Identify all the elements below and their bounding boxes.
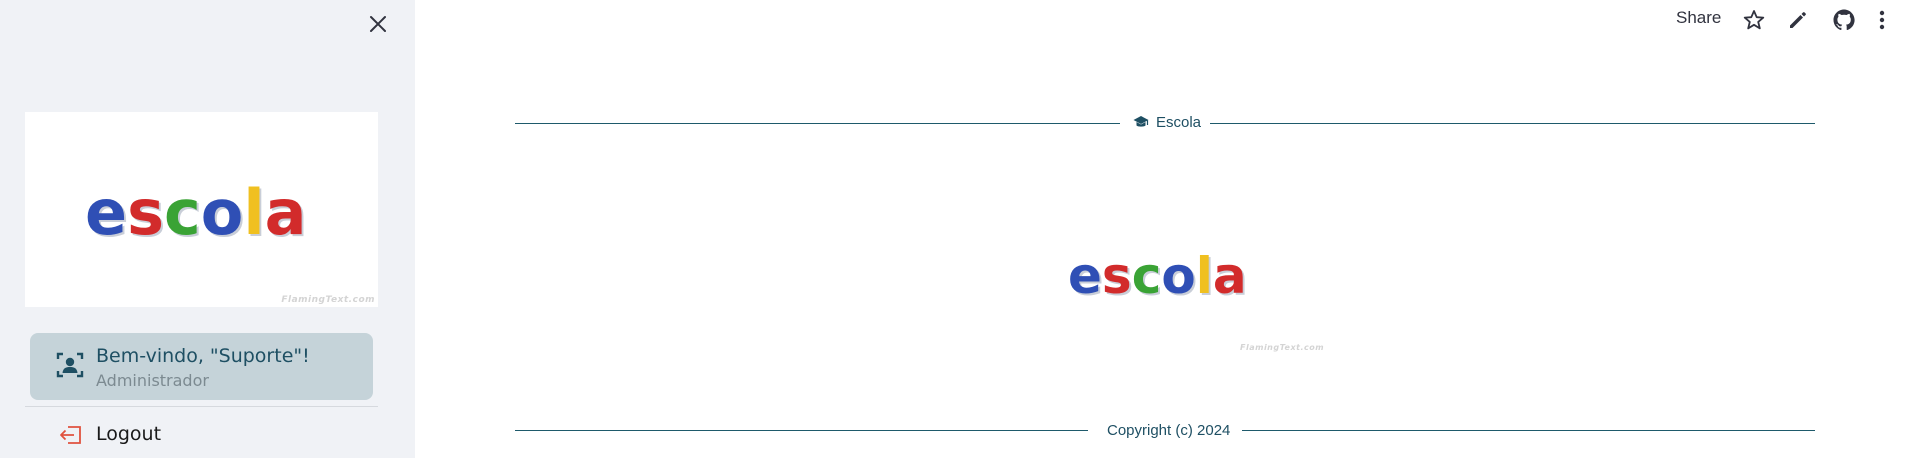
footer-divider-right: [1242, 430, 1815, 431]
main-logo-image: escola escola FlamingText.com: [1060, 225, 1330, 370]
logout-label: Logout: [96, 423, 162, 445]
graduation-cap-icon: [1133, 116, 1149, 127]
sidebar-logo-image: escola escola FlamingText.com: [25, 112, 378, 307]
header-divider-right: [1210, 123, 1815, 124]
logo-watermark: FlamingText.com: [281, 295, 375, 305]
more-vert-icon[interactable]: [1875, 8, 1889, 32]
star-icon[interactable]: [1742, 8, 1766, 32]
share-button[interactable]: Share: [1676, 8, 1721, 28]
footer-divider-left: [515, 430, 1088, 431]
main-logo-letters: escola: [1068, 247, 1247, 305]
sidebar: escola escola FlamingText.com Bem-vindo,…: [0, 0, 415, 458]
sidebar-divider: [25, 406, 378, 407]
github-icon[interactable]: [1832, 8, 1856, 32]
main-logo-watermark: FlamingText.com: [1240, 343, 1325, 352]
user-role: Administrador: [96, 371, 209, 390]
copyright-text: Copyright (c) 2024: [1107, 422, 1231, 439]
close-sidebar-button[interactable]: [363, 9, 393, 39]
section-title: Escola: [1156, 114, 1202, 131]
logo-letters: escola: [85, 176, 306, 249]
header-divider-left: [515, 123, 1120, 124]
logout-icon: [60, 426, 81, 444]
user-card[interactable]: Bem-vindo, "Suporte"! Administrador: [30, 333, 373, 400]
user-profile-icon: [56, 352, 84, 378]
logout-button[interactable]: Logout: [55, 419, 355, 451]
welcome-message: Bem-vindo, "Suporte"!: [96, 345, 310, 367]
edit-icon[interactable]: [1786, 8, 1810, 32]
close-icon: [370, 16, 386, 32]
